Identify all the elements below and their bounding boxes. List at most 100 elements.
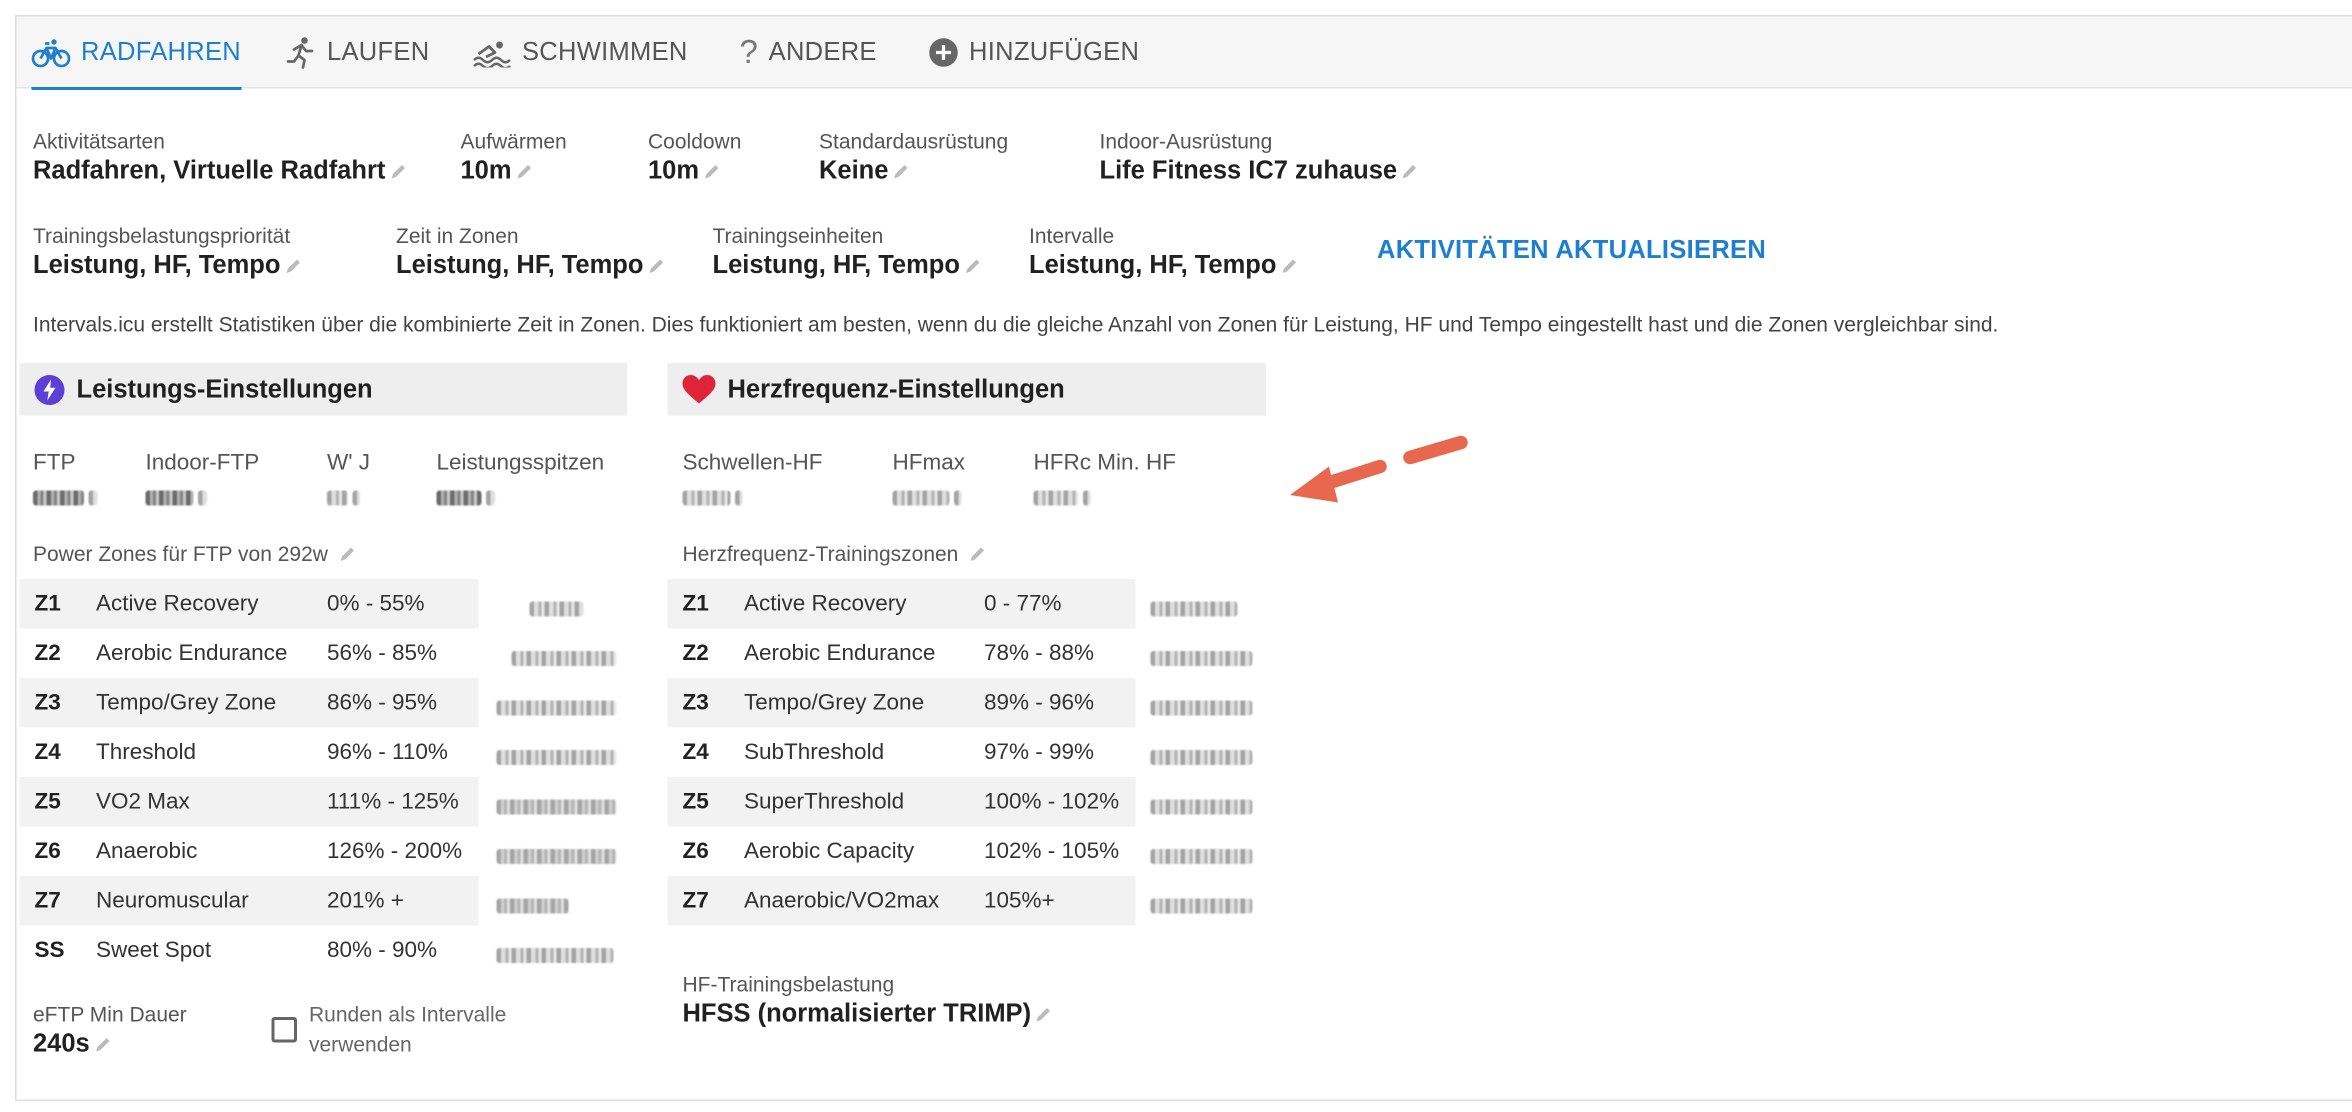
zones-info-text: Intervals.icu erstellt Statistiken über … [33,312,1999,336]
zone-bpm-redacted [1150,898,1253,914]
zone-bpm-redacted [1150,750,1253,765]
ftp-value-redacted [33,490,84,506]
pencil-icon[interactable] [702,161,722,181]
default-gear-value: Keine [819,156,889,185]
ftp-label: FTP [33,450,76,476]
w-prime-field[interactable]: W' J [327,450,370,510]
workouts-label: Trainingseinheiten [712,223,884,248]
zone-watts-redacted [496,750,617,765]
question-icon: ? [739,33,759,71]
hr-zones-caption-text: Herzfrequenz-Trainingszonen [682,541,959,566]
threshold-hr-label: Schwellen-HF [682,450,823,476]
ftp-field[interactable]: FTP [33,450,98,510]
zone-bpm-redacted [1150,700,1253,716]
pencil-icon[interactable] [388,161,408,181]
table-row: Z4 SubThreshold 97% - 99% [668,728,1267,778]
laps-as-intervals-label[interactable]: Runden als Intervalle verwenden [309,999,506,1059]
pencil-icon[interactable] [1400,161,1420,181]
pencil-icon[interactable] [963,256,983,276]
table-row: Z4 Threshold 96% - 110% [20,728,628,778]
load-priority-field[interactable]: Trainingsbelastungspriorität Leistung, H… [33,222,303,282]
default-gear-label: Standardausrüstung [819,129,1009,153]
table-row: Z7 Anaerobic/VO2max 105%+ [667,876,1266,926]
w-prime-label: W' J [327,450,371,476]
table-row: Z3 Tempo/Grey Zone 89% - 96% [667,678,1266,728]
hr-load-value: HFSS (normalisierter TRIMP) [682,999,1032,1028]
threshold-hr-field[interactable]: Schwellen-HF [682,450,823,510]
tab-radfahren[interactable]: RADFAHREN [31,17,241,90]
w-prime-value-redacted [327,490,348,506]
zone-bpm-redacted [1150,651,1253,666]
power-peaks-field[interactable]: Leistungsspitzen [436,450,604,510]
warmup-label: Aufwärmen [460,129,567,153]
hrrc-min-hr-value-redacted [1033,490,1079,506]
zone-watts-redacted [496,948,614,963]
indoor-gear-label: Indoor-Ausrüstung [1099,129,1273,153]
laps-as-intervals-checkbox[interactable] [271,1017,297,1043]
workouts-field[interactable]: Trainingseinheiten Leistung, HF, Tempo [713,222,983,282]
time-in-zones-value: Leistung, HF, Tempo [396,250,644,280]
tab-hinzufuegen-label: HINZUFÜGEN [969,37,1140,67]
running-icon [286,36,317,69]
table-row: Z2 Aerobic Endurance 56% - 85% [20,629,628,679]
intervals-field[interactable]: Intervalle Leistung, HF, Tempo [1029,222,1299,282]
zone-watts-redacted [496,849,617,864]
power-zones-caption-text: Power Zones für FTP von 292w [33,541,328,566]
warmup-field[interactable]: Aufwärmen 10m [461,128,567,188]
indoor-gear-value: Life Fitness IC7 zuhause [1099,156,1398,185]
table-row: Z5 VO2 Max 111% - 125% [19,777,627,827]
activity-types-value: Radfahren, Virtuelle Radfahrt [33,156,386,185]
table-row: Z1 Active Recovery 0% - 55% [19,579,627,629]
eftp-min-duration-field[interactable]: eFTP Min Dauer 240s [33,1001,187,1061]
tab-hinzufuegen[interactable]: HINZUFÜGEN [929,17,1140,89]
workouts-value: Leistung, HF, Tempo [712,250,960,280]
zone-watts-redacted [511,651,617,666]
table-row: Z2 Aerobic Endurance 78% - 88% [668,629,1267,679]
pencil-icon[interactable] [283,256,303,276]
pencil-icon[interactable] [1034,1004,1054,1024]
heart-icon [682,374,716,404]
activity-types-field[interactable]: Aktivitätsarten Radfahren, Virtuelle Rad… [33,128,408,188]
pencil-icon[interactable] [891,161,911,181]
indoor-ftp-field[interactable]: Indoor-FTP [145,450,259,510]
zone-bpm-redacted [1150,799,1253,815]
hr-load-field[interactable]: HF-Trainingsbelastung HFSS (normalisiert… [683,971,1054,1031]
arrow-annotation-icon [1290,435,1468,503]
default-gear-field[interactable]: Standardausrüstung Keine [819,128,1008,188]
pencil-icon[interactable] [337,544,357,564]
time-in-zones-field[interactable]: Zeit in Zonen Leistung, HF, Tempo [396,222,666,282]
pencil-icon[interactable] [967,544,987,564]
indoor-ftp-value-redacted [145,490,194,506]
hr-load-label: HF-Trainingsbelastung [682,972,895,996]
zone-bpm-redacted [1150,601,1238,617]
tab-andere[interactable]: ? ANDERE [740,17,877,89]
settings-card: RADFAHREN LAUFEN SCHWIMMEN ? ANDERE HINZ… [15,15,2352,1101]
swimming-icon [473,38,512,68]
pencil-icon[interactable] [515,161,535,181]
power-zones-table: Z1 Active Recovery 0% - 55% Z2 Aerobic Endu… [19,579,628,980]
zone-bpm-redacted [1150,849,1253,864]
power-settings-title: Leistungs-Einstellungen [76,374,373,403]
eftp-min-duration-label: eFTP Min Dauer [33,1002,187,1026]
power-zones-caption[interactable]: Power Zones für FTP von 292w [33,542,356,566]
cooldown-field[interactable]: Cooldown 10m [648,128,741,188]
max-hr-value-redacted [892,490,950,506]
hrrc-min-hr-field[interactable]: HFRc Min. HF [1033,450,1177,510]
warmup-value: 10m [460,156,512,185]
tab-schwimmen[interactable]: SCHWIMMEN [473,17,688,89]
hrrc-min-hr-label: HFRc Min. HF [1033,450,1177,476]
table-row: Z5 SuperThreshold 100% - 102% [667,777,1266,827]
pencil-icon[interactable] [1279,256,1299,276]
pencil-icon[interactable] [93,1034,113,1054]
pencil-icon[interactable] [646,256,666,276]
hr-zones-caption[interactable]: Herzfrequenz-Trainingszonen [683,542,987,566]
indoor-gear-field[interactable]: Indoor-Ausrüstung Life Fitness IC7 zuhau… [1100,128,1420,188]
tab-laufen[interactable]: LAUFEN [286,17,430,89]
zone-watts-redacted [496,700,617,716]
update-activities-link[interactable]: AKTIVITÄTEN AKTUALISIEREN [1377,236,1766,266]
sport-tabs: RADFAHREN LAUFEN SCHWIMMEN ? ANDERE HINZ… [16,16,2352,90]
power-settings-header: Leistungs-Einstellungen [19,363,627,416]
cooldown-label: Cooldown [648,129,742,153]
table-row: Z7 Neuromuscular 201% + [19,876,627,926]
max-hr-field[interactable]: HFmax [892,450,965,510]
